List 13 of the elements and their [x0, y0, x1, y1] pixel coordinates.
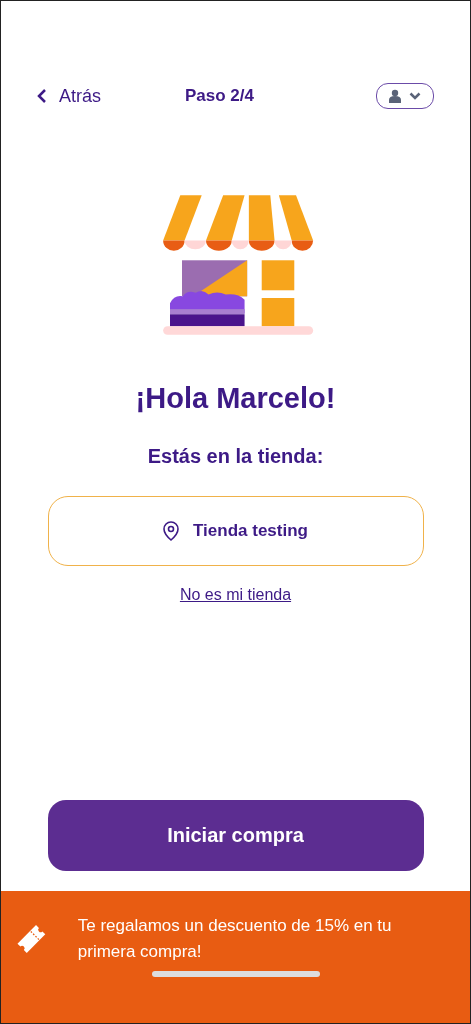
- step-indicator: Paso 2/4: [185, 86, 255, 106]
- account-menu-button[interactable]: [376, 83, 434, 109]
- chevron-down-icon: [409, 92, 421, 100]
- store-name: Tienda testing: [193, 521, 308, 541]
- location-pin-icon: [163, 521, 180, 541]
- greeting-title: ¡Hola Marcelo!: [135, 382, 336, 415]
- user-icon: [389, 89, 401, 103]
- start-purchase-button[interactable]: Iniciar compra: [47, 800, 424, 871]
- store-prompt: Estás en la tienda:: [147, 445, 324, 468]
- back-button[interactable]: Atrás: [37, 85, 101, 107]
- back-icon: [37, 88, 47, 104]
- promo-text: Te regalamos un descuento de 15% en tu primera compra!: [77, 915, 393, 963]
- change-store-link[interactable]: No es mi tienda: [179, 586, 292, 604]
